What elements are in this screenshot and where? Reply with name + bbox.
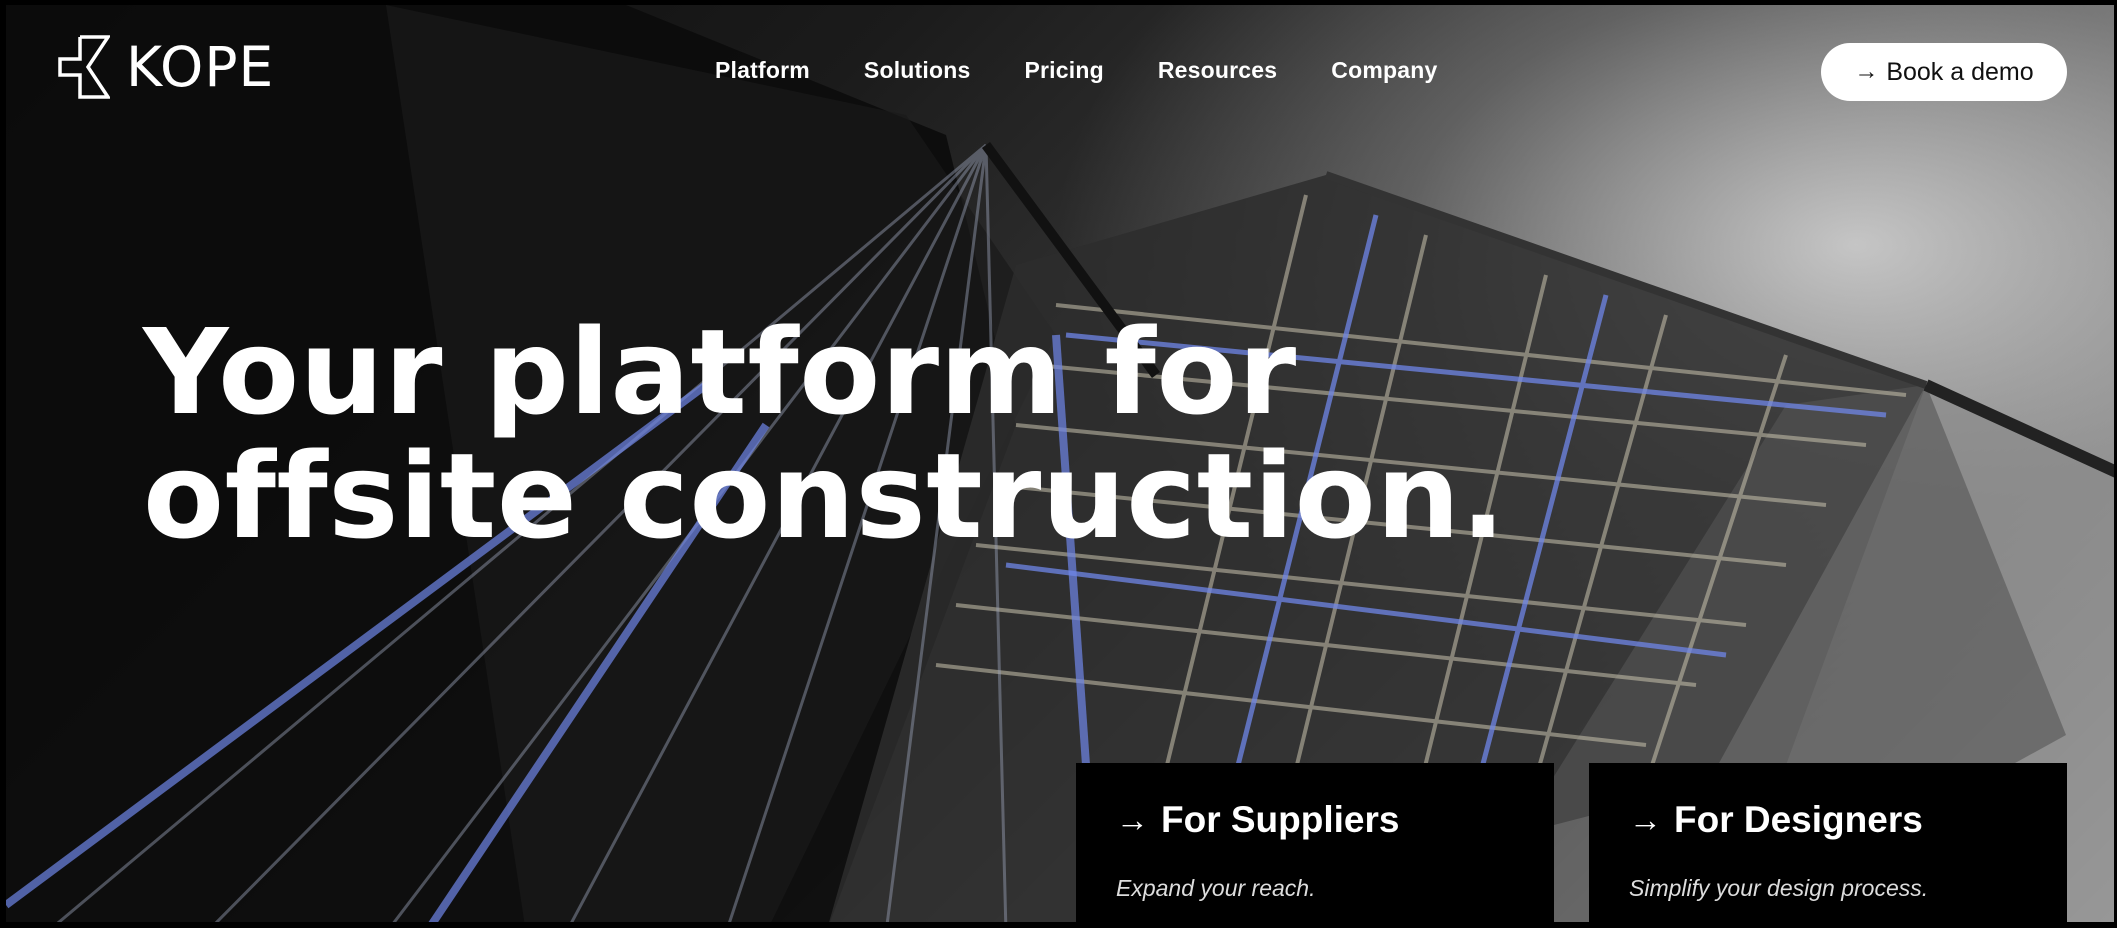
arrow-right-icon: →: [1854, 58, 1879, 85]
hero-headline-line-1: Your platform for: [143, 303, 1297, 441]
card-for-suppliers[interactable]: → For Suppliers Expand your reach.: [1076, 763, 1554, 922]
nav-item-solutions[interactable]: Solutions: [864, 57, 971, 84]
card-title: → For Suppliers: [1116, 799, 1399, 841]
book-demo-label: Book a demo: [1886, 57, 2034, 86]
arrow-right-icon: →: [1629, 801, 1662, 838]
card-title-text: For Designers: [1674, 799, 1923, 840]
card-subtitle: Expand your reach.: [1116, 875, 1316, 901]
hero-headline: Your platform for offsite construction.: [143, 310, 1506, 558]
hero-headline-line-2: offsite construction.: [143, 427, 1507, 565]
arrow-right-icon: →: [1116, 801, 1149, 838]
kope-logo-icon: [58, 35, 110, 99]
main-nav: Platform Solutions Pricing Resources Com…: [715, 57, 1437, 84]
brand-logo[interactable]: KOPE: [58, 35, 274, 99]
page-frame: KOPE Platform Solutions Pricing Resource…: [0, 0, 2117, 928]
book-demo-button[interactable]: → Book a demo: [1821, 43, 2067, 101]
nav-item-pricing[interactable]: Pricing: [1024, 57, 1103, 84]
nav-item-resources[interactable]: Resources: [1158, 57, 1277, 84]
card-subtitle: Simplify your design process.: [1629, 875, 1929, 901]
card-title-text: For Suppliers: [1161, 799, 1400, 840]
card-for-designers[interactable]: → For Designers Simplify your design pro…: [1589, 763, 2067, 922]
brand-name: KOPE: [126, 34, 275, 99]
nav-item-company[interactable]: Company: [1331, 57, 1437, 84]
card-title: → For Designers: [1629, 799, 1923, 841]
nav-item-platform[interactable]: Platform: [715, 57, 810, 84]
